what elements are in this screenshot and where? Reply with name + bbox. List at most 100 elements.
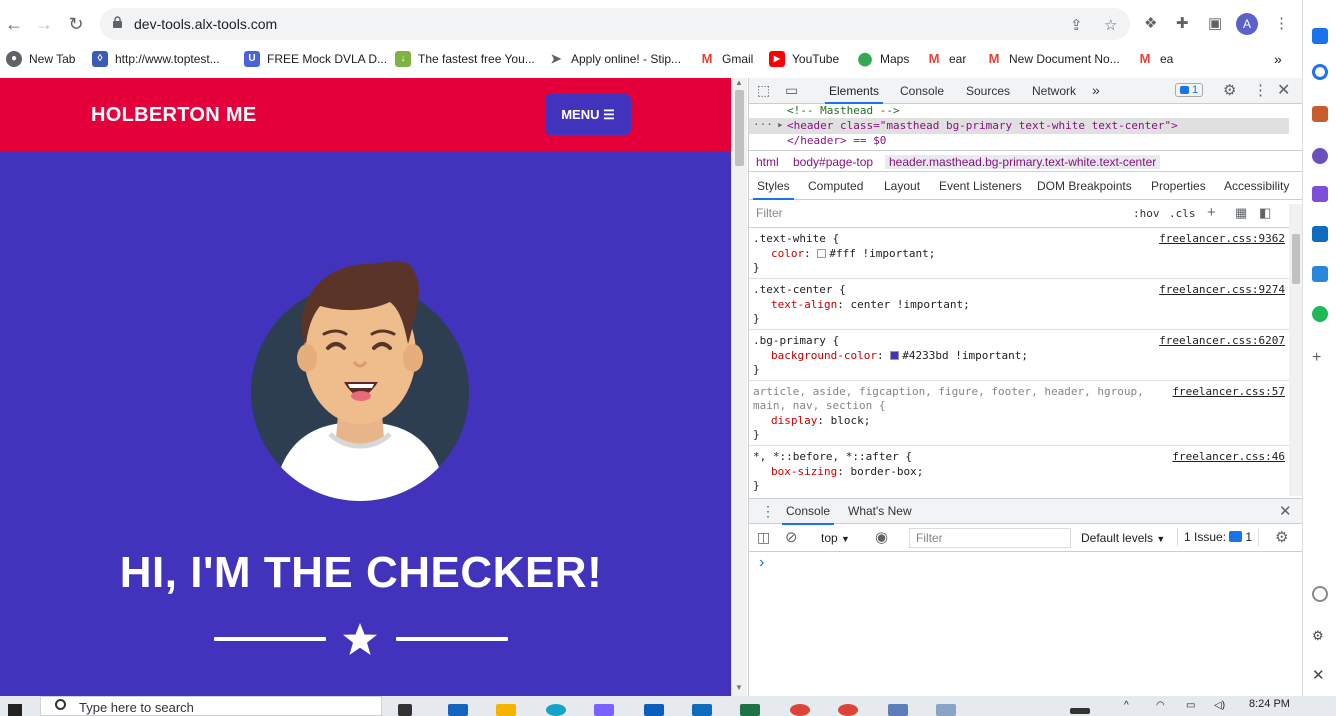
battery-icon[interactable]: ▭ <box>1186 700 1195 711</box>
tab-elements[interactable]: Elements <box>824 84 884 104</box>
back-arrow-icon[interactable]: ← <box>2 12 26 36</box>
mail-icon[interactable] <box>1312 226 1328 242</box>
bookmark-toptest[interactable]: ◊ http://www.toptest... <box>92 50 220 68</box>
scroll-down-arrow-icon[interactable]: ▼ <box>735 683 743 692</box>
bookmark-gmail[interactable]: M Gmail <box>699 50 753 68</box>
tab-styles[interactable]: Styles <box>753 179 794 200</box>
rule-property[interactable]: color: #fff !important; <box>771 247 935 260</box>
settings-circle-icon[interactable] <box>1312 586 1328 602</box>
rule-selector[interactable]: .text-white { <box>753 232 839 245</box>
store-icon[interactable] <box>448 704 468 716</box>
drawer-menu-icon[interactable]: ⋮ <box>761 503 775 520</box>
reload-icon[interactable]: ↻ <box>64 12 88 36</box>
search-icon[interactable] <box>1312 64 1328 80</box>
star-bookmark-icon[interactable]: ☆ <box>1104 16 1117 34</box>
clear-console-icon[interactable]: ⊘ <box>785 528 798 546</box>
person-icon[interactable] <box>1312 148 1328 164</box>
teams-icon[interactable] <box>594 704 614 716</box>
sidebar-toggle-icon[interactable]: ◧ <box>1259 205 1271 221</box>
hov-toggle[interactable]: :hov <box>1133 207 1160 220</box>
chrome-icon-2[interactable] <box>838 704 858 716</box>
issues-counter[interactable]: 1 <box>1175 83 1204 97</box>
bookmark-fastest[interactable]: ↓ The fastest free You... <box>395 50 535 68</box>
chrome-icon[interactable] <box>790 704 810 716</box>
styles-filter-input[interactable]: Filter <box>753 204 1123 224</box>
page-scrollbar[interactable]: ▲ ▼ <box>731 78 747 696</box>
close-drawer-icon[interactable]: ✕ <box>1279 502 1292 520</box>
settings-gear-icon[interactable]: ⚙ <box>1223 81 1236 99</box>
tab-properties[interactable]: Properties <box>1151 179 1206 193</box>
share-icon[interactable]: ⇪ <box>1070 16 1083 34</box>
tab-accessibility[interactable]: Accessibility <box>1224 179 1289 193</box>
app-icon[interactable] <box>936 704 956 716</box>
styles-scrollbar[interactable] <box>1289 204 1303 496</box>
rule-source-link[interactable]: freelancer.css:57 <box>1172 385 1285 398</box>
device-toolbar-icon[interactable]: ▭ <box>785 82 798 99</box>
inspect-element-icon[interactable]: ⬚ <box>757 82 770 99</box>
bookmark-ea[interactable]: Mea <box>1137 50 1173 68</box>
rule-property[interactable]: background-color: #4233bd !important; <box>771 349 1028 362</box>
breadcrumb-header[interactable]: header.masthead.bg-primary.text-white.te… <box>885 155 1161 169</box>
side-panel-icon[interactable]: ▣ <box>1208 14 1222 32</box>
dom-header-close[interactable]: </header> == $0 <box>787 134 886 147</box>
page-scrollbar-thumb[interactable] <box>735 90 744 166</box>
clock[interactable]: 8:24 PM <box>1249 698 1290 710</box>
breadcrumb-body[interactable]: body#page-top <box>793 155 873 169</box>
outlook-app-icon[interactable] <box>692 704 712 716</box>
color-swatch[interactable] <box>817 249 827 258</box>
eye-icon[interactable]: ◉ <box>875 528 888 546</box>
volume-icon[interactable]: ◁) <box>1214 700 1225 711</box>
expand-triangle-icon[interactable]: ▸ <box>777 118 784 131</box>
tab-event-listeners[interactable]: Event Listeners <box>939 179 1022 193</box>
more-tabs-button[interactable]: » <box>1092 82 1100 98</box>
add-rule-icon[interactable]: + <box>1207 204 1216 221</box>
console-prompt[interactable]: › <box>759 554 764 572</box>
site-brand[interactable]: HOLBERTON ME <box>91 104 256 127</box>
console-issues-button[interactable]: 1 Issue: 1 <box>1177 528 1260 546</box>
taskbar-search-input[interactable]: Type here to search <box>40 696 382 716</box>
dom-ellipsis-button[interactable]: ··· <box>753 118 773 131</box>
mail-app-icon[interactable] <box>644 704 664 716</box>
bookmark-ear[interactable]: Mear <box>926 50 966 68</box>
console-filter-input[interactable]: Filter <box>909 528 1071 548</box>
color-swatch[interactable] <box>890 351 900 360</box>
rule-selector[interactable]: .bg-primary { <box>753 334 839 347</box>
log-levels-dropdown[interactable]: Default levels ▼ <box>1081 531 1165 545</box>
menu-button[interactable]: MENU ☰ <box>545 94 631 135</box>
cls-toggle[interactable]: .cls <box>1169 207 1196 220</box>
task-view-icon[interactable] <box>398 704 412 716</box>
rule-source-link[interactable]: freelancer.css:46 <box>1172 450 1285 463</box>
tab-computed[interactable]: Computed <box>808 179 863 193</box>
rule-source-link[interactable]: freelancer.css:6207 <box>1159 334 1285 347</box>
more-vertical-icon[interactable]: ⋮ <box>1253 81 1268 99</box>
address-bar[interactable]: dev-tools.alx-tools.com ⇪ ☆ <box>100 8 1130 40</box>
spotify-icon[interactable] <box>1312 306 1328 322</box>
tab-sources[interactable]: Sources <box>966 84 1010 98</box>
calculator-icon[interactable] <box>888 704 908 716</box>
dom-header-open[interactable]: <header class="masthead bg-primary text-… <box>787 119 1178 132</box>
tab-layout[interactable]: Layout <box>884 179 920 193</box>
context-selector[interactable]: top ▼ <box>821 531 850 545</box>
rule-source-link[interactable]: freelancer.css:9362 <box>1159 232 1285 245</box>
rule-property[interactable]: text-align: center !important; <box>771 298 970 311</box>
rule-property[interactable]: display: block; <box>771 414 870 427</box>
excel-icon[interactable] <box>740 704 760 716</box>
profile-avatar[interactable]: A <box>1236 13 1258 35</box>
bookmark-maps[interactable]: ⬤ Maps <box>857 50 909 68</box>
rule-selector[interactable]: .text-center { <box>753 283 846 296</box>
rule-property[interactable]: box-sizing: border-box; <box>771 465 923 478</box>
file-explorer-icon[interactable] <box>496 704 516 716</box>
drawer-tab-console[interactable]: Console <box>781 504 835 525</box>
drawer-tab-whats-new[interactable]: What's New <box>848 504 912 518</box>
send-plane-icon[interactable] <box>1312 266 1328 282</box>
rule-selector[interactable]: article, aside, figcaption, figure, foot… <box>753 385 1144 398</box>
console-settings-gear-icon[interactable]: ⚙ <box>1275 528 1288 546</box>
windows-start-icon[interactable] <box>8 704 22 716</box>
breadcrumb-html[interactable]: html <box>756 155 779 169</box>
bookmark-apply[interactable]: ➤ Apply online! - Stip... <box>548 50 681 68</box>
scroll-up-arrow-icon[interactable]: ▲ <box>735 78 743 87</box>
close-icon[interactable]: ✕ <box>1312 666 1328 684</box>
edge-icon[interactable] <box>546 704 566 716</box>
more-bookmarks-button[interactable]: » <box>1274 50 1282 68</box>
more-vertical-icon[interactable]: ⋮ <box>1274 14 1289 32</box>
